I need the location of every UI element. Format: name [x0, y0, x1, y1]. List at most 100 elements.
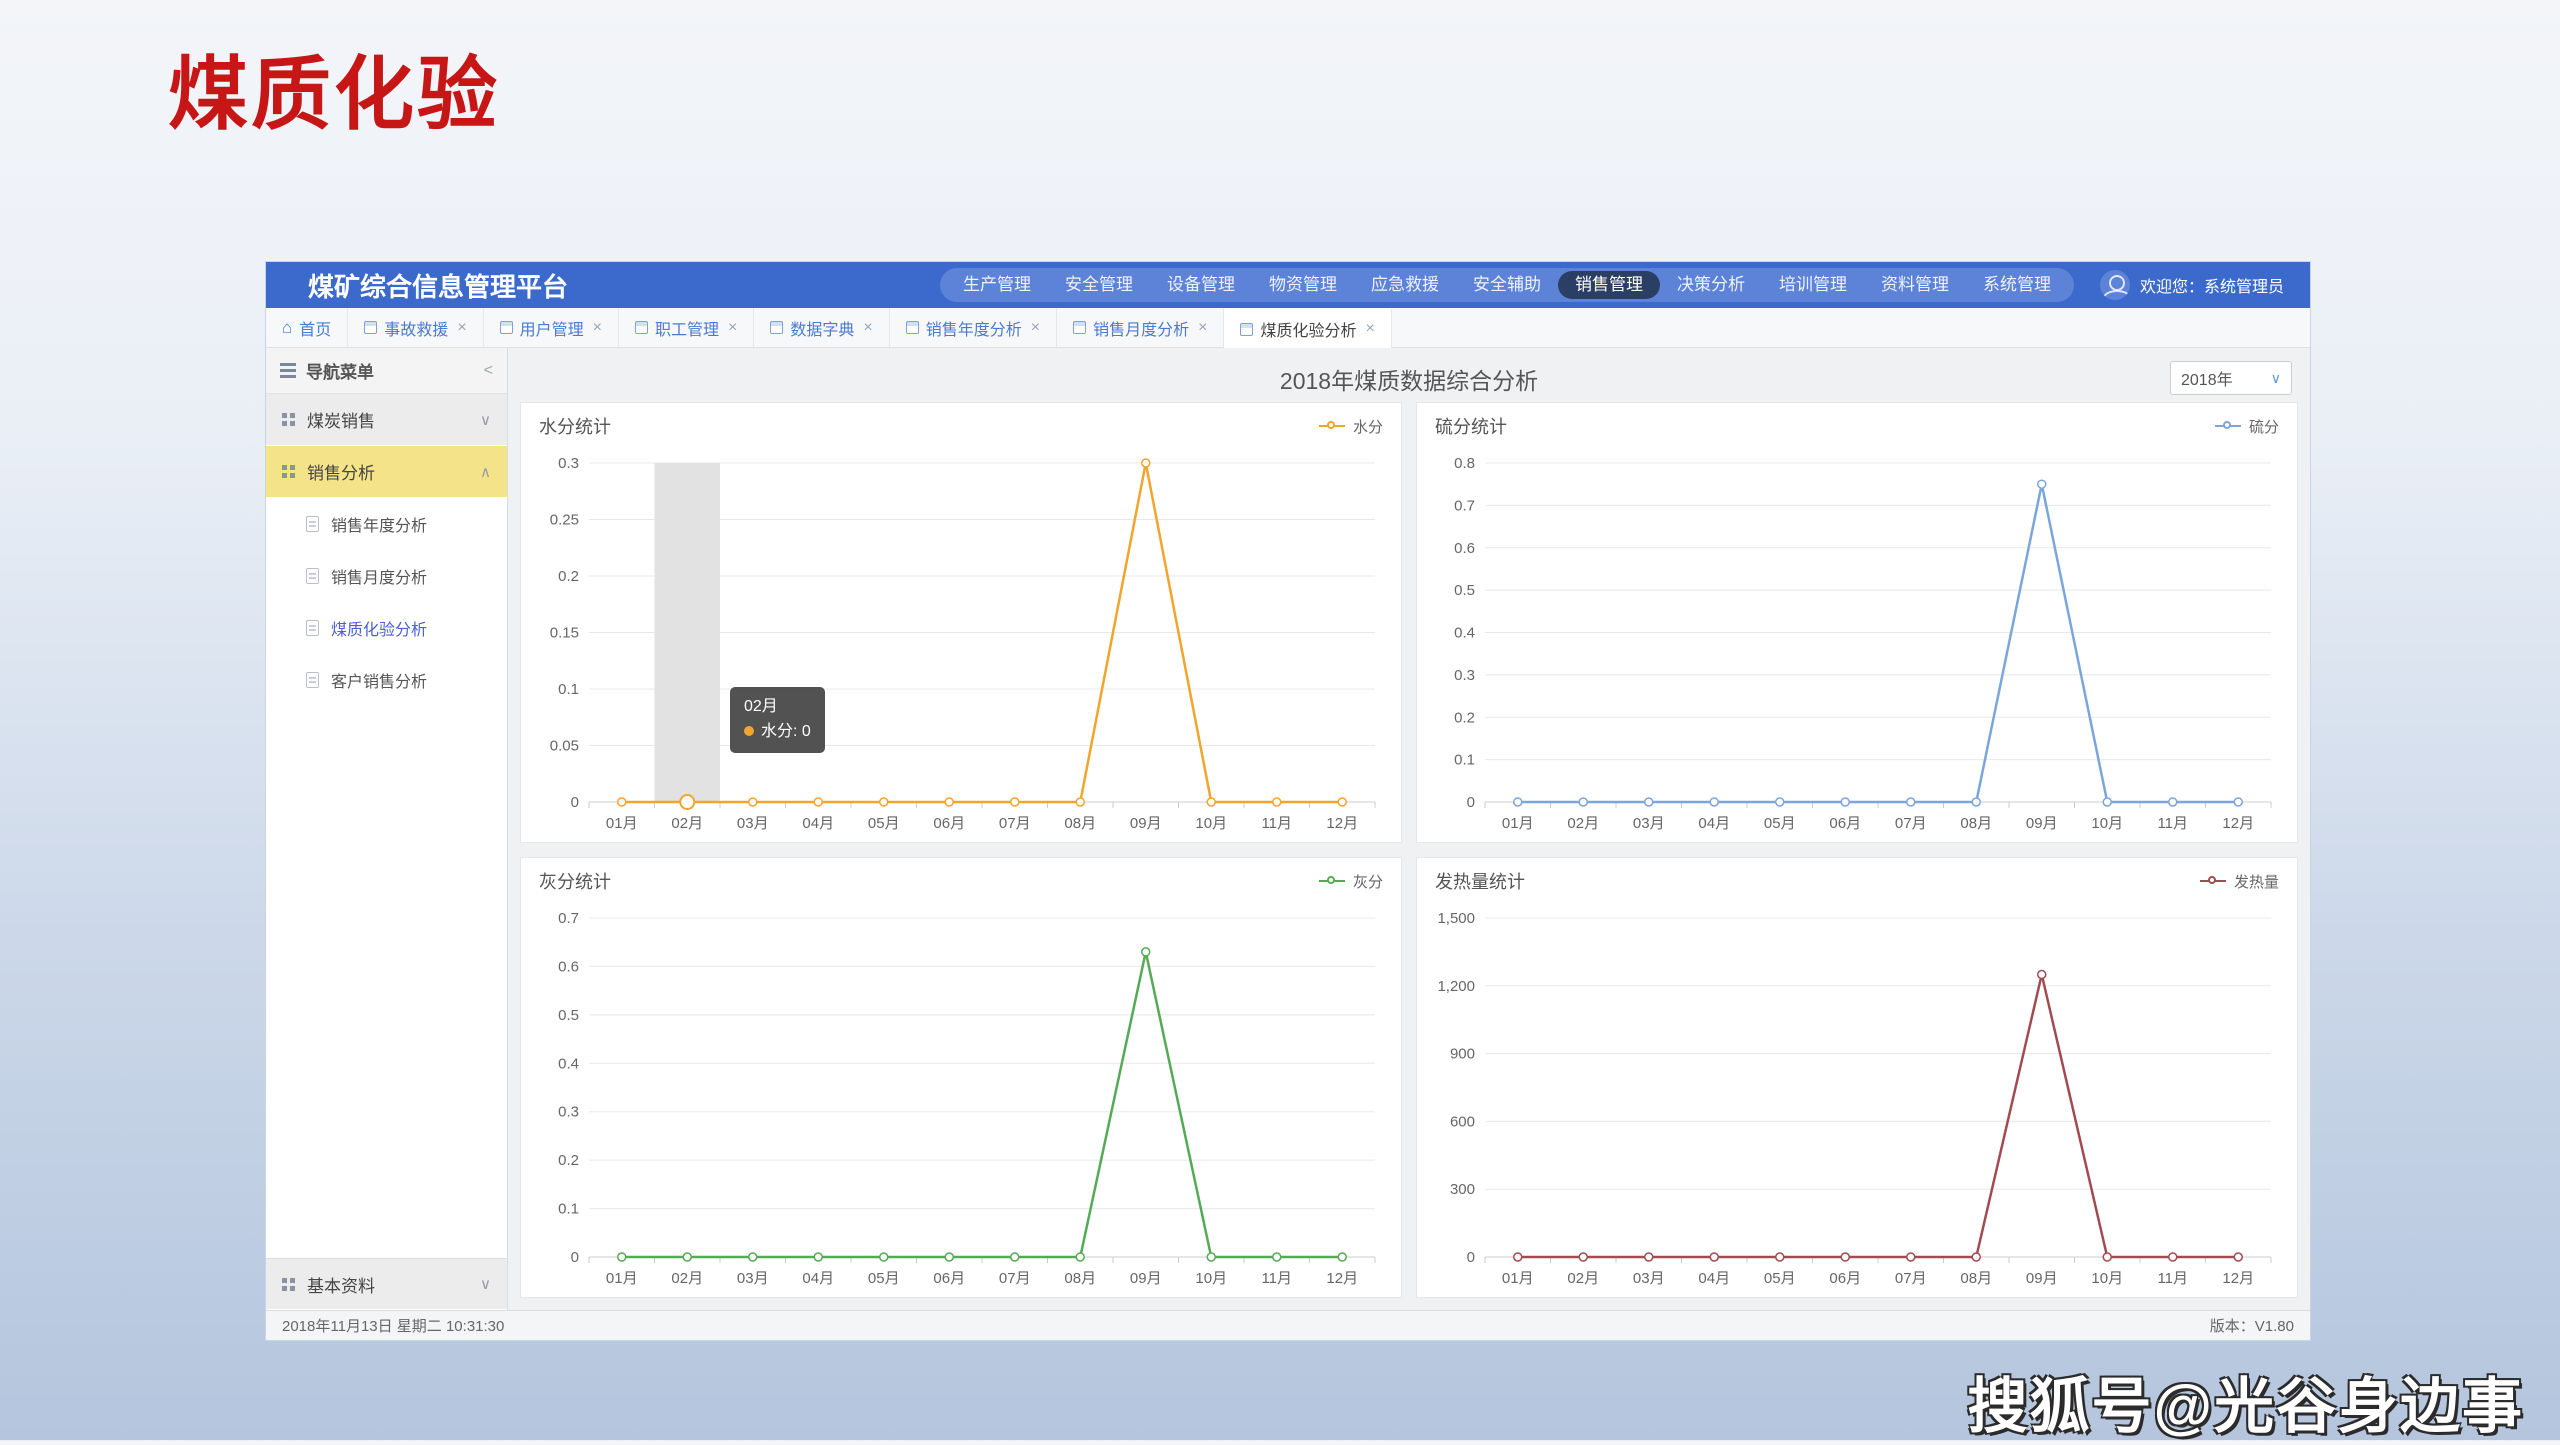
charts-grid: 水分统计 水分 00.050.10.150.20.250.301月02月03月0…	[520, 402, 2298, 1298]
svg-text:0.25: 0.25	[550, 512, 579, 529]
nav-item-materials-management[interactable]: 物资管理	[1252, 271, 1354, 299]
svg-text:0.1: 0.1	[558, 681, 579, 698]
document-icon	[306, 620, 319, 636]
svg-text:03月: 03月	[1633, 815, 1665, 832]
grid-icon	[282, 465, 295, 478]
legend-moisture[interactable]: 水分	[1319, 416, 1383, 437]
close-icon[interactable]: ×	[457, 319, 466, 337]
nav-item-system-management[interactable]: 系统管理	[1966, 271, 2068, 299]
svg-text:11月: 11月	[1261, 1270, 1292, 1287]
svg-text:10月: 10月	[2091, 815, 2123, 832]
tab-data-dictionary[interactable]: 数据字典 ×	[754, 308, 889, 347]
document-icon	[364, 321, 377, 334]
chevron-down-icon: ∨	[480, 1275, 491, 1293]
tab-home[interactable]: ⌂ 首页	[266, 308, 348, 347]
legend-marker-icon	[2215, 421, 2241, 431]
svg-text:12月: 12月	[1326, 1270, 1358, 1287]
sidebar-item-coal-quality-analysis[interactable]: 煤质化验分析	[266, 602, 507, 654]
legend-calorific[interactable]: 发热量	[2200, 871, 2279, 892]
chevron-down-icon: ∨	[480, 411, 491, 429]
tab-user-management[interactable]: 用户管理 ×	[484, 308, 619, 347]
svg-text:08月: 08月	[1960, 815, 1992, 832]
chart-card-calorific: 发热量统计 发热量 03006009001,2001,50001月02月03月0…	[1416, 857, 2298, 1298]
grid-icon	[282, 413, 295, 426]
tab-accident-rescue[interactable]: 事故救援 ×	[348, 308, 483, 347]
svg-text:10月: 10月	[1195, 1270, 1227, 1287]
legend-marker-icon	[1319, 876, 1345, 886]
status-bar: 2018年11月13日 星期二 10:31:30 版本：V1.80	[266, 1310, 2310, 1340]
line-chart-sulfur[interactable]: 00.10.20.30.40.50.60.70.801月02月03月04月05月…	[1417, 449, 2297, 842]
svg-text:1,200: 1,200	[1437, 978, 1475, 995]
legend-ash[interactable]: 灰分	[1319, 871, 1383, 892]
chevron-down-icon: ∨	[2271, 370, 2281, 387]
svg-text:09月: 09月	[1130, 1270, 1162, 1287]
nav-item-safety-management[interactable]: 安全管理	[1048, 271, 1150, 299]
line-chart-moisture[interactable]: 00.050.10.150.20.250.301月02月03月04月05月06月…	[521, 449, 1401, 842]
svg-text:12月: 12月	[1326, 815, 1358, 832]
nav-item-training-management[interactable]: 培训管理	[1762, 271, 1864, 299]
sidebar-header: 导航菜单 <	[266, 348, 507, 394]
svg-text:11月: 11月	[2157, 1270, 2188, 1287]
legend-marker-icon	[2200, 876, 2226, 886]
chart-card-moisture: 水分统计 水分 00.050.10.150.20.250.301月02月03月0…	[520, 402, 1402, 843]
close-icon[interactable]: ×	[1365, 320, 1374, 338]
welcome-text: 欢迎您：系统管理员	[2140, 273, 2284, 297]
tab-coal-quality-analysis[interactable]: 煤质化验分析 ×	[1224, 308, 1391, 348]
svg-text:03月: 03月	[737, 1270, 769, 1287]
svg-text:07月: 07月	[1895, 1270, 1927, 1287]
collapse-icon[interactable]: <	[484, 362, 493, 380]
svg-text:02月: 02月	[671, 815, 703, 832]
chart-title: 灰分统计	[539, 868, 611, 894]
svg-text:10月: 10月	[1195, 815, 1227, 832]
svg-text:03月: 03月	[1633, 1270, 1665, 1287]
close-icon[interactable]: ×	[863, 319, 872, 337]
year-select[interactable]: 2018年 ∨	[2170, 361, 2292, 395]
close-icon[interactable]: ×	[593, 319, 602, 337]
card-header: 水分统计 水分	[521, 403, 1401, 449]
svg-text:02月: 02月	[1567, 1270, 1599, 1287]
nav-item-sales-management[interactable]: 销售管理	[1558, 271, 1660, 299]
close-icon[interactable]: ×	[728, 319, 737, 337]
nav-item-equipment-management[interactable]: 设备管理	[1150, 271, 1252, 299]
sidebar-group-coal-sales[interactable]: 煤炭销售 ∨	[266, 394, 507, 446]
grid-icon	[282, 1278, 295, 1291]
sidebar-group-basic-info[interactable]: 基本资料 ∨	[266, 1258, 507, 1310]
svg-text:11月: 11月	[1261, 815, 1292, 832]
legend-sulfur[interactable]: 硫分	[2215, 416, 2279, 437]
tab-staff-management[interactable]: 职工管理 ×	[619, 308, 754, 347]
sidebar-item-monthly-sales-analysis[interactable]: 销售月度分析	[266, 550, 507, 602]
tab-monthly-sales-analysis[interactable]: 销售月度分析 ×	[1057, 308, 1224, 347]
line-chart-calorific[interactable]: 03006009001,2001,50001月02月03月04月05月06月07…	[1417, 904, 2297, 1297]
nav-item-emergency-rescue[interactable]: 应急救援	[1354, 271, 1456, 299]
app-title: 煤矿综合信息管理平台	[266, 267, 568, 304]
close-icon[interactable]: ×	[1198, 319, 1207, 337]
svg-text:01月: 01月	[1502, 815, 1534, 832]
svg-text:05月: 05月	[868, 815, 900, 832]
svg-text:09月: 09月	[2026, 815, 2058, 832]
svg-text:0.4: 0.4	[1454, 625, 1475, 642]
sidebar-item-customer-sales-analysis[interactable]: 客户销售分析	[266, 654, 507, 706]
svg-text:0.6: 0.6	[558, 958, 579, 975]
chart-title: 水分统计	[539, 413, 611, 439]
nav-item-production-management[interactable]: 生产管理	[946, 271, 1048, 299]
document-icon	[635, 321, 648, 334]
page-headline: 煤质化验	[168, 30, 500, 146]
svg-text:09月: 09月	[1130, 815, 1162, 832]
user-avatar-icon[interactable]	[2100, 270, 2130, 300]
watermark: 搜狐号@光谷身边事	[1967, 1358, 2524, 1445]
sidebar-group-sales-analysis[interactable]: 销售分析 ∧	[266, 446, 507, 498]
close-icon[interactable]: ×	[1031, 319, 1040, 337]
svg-text:04月: 04月	[1698, 1270, 1730, 1287]
nav-item-decision-analysis[interactable]: 决策分析	[1660, 271, 1762, 299]
svg-text:0: 0	[1467, 794, 1475, 811]
tab-annual-sales-analysis[interactable]: 销售年度分析 ×	[890, 308, 1057, 347]
line-chart-ash[interactable]: 00.10.20.30.40.50.60.701月02月03月04月05月06月…	[521, 904, 1401, 1297]
svg-text:900: 900	[1450, 1046, 1475, 1063]
sidebar: 导航菜单 < 煤炭销售 ∨ 销售分析 ∧ 销售年度分析 销售月度分析	[266, 348, 508, 1310]
nav-item-document-management[interactable]: 资料管理	[1864, 271, 1966, 299]
svg-text:07月: 07月	[999, 1270, 1031, 1287]
nav-item-safety-assist[interactable]: 安全辅助	[1456, 271, 1558, 299]
svg-text:0: 0	[571, 794, 579, 811]
sidebar-item-annual-sales-analysis[interactable]: 销售年度分析	[266, 498, 507, 550]
svg-text:0.2: 0.2	[1454, 709, 1475, 726]
